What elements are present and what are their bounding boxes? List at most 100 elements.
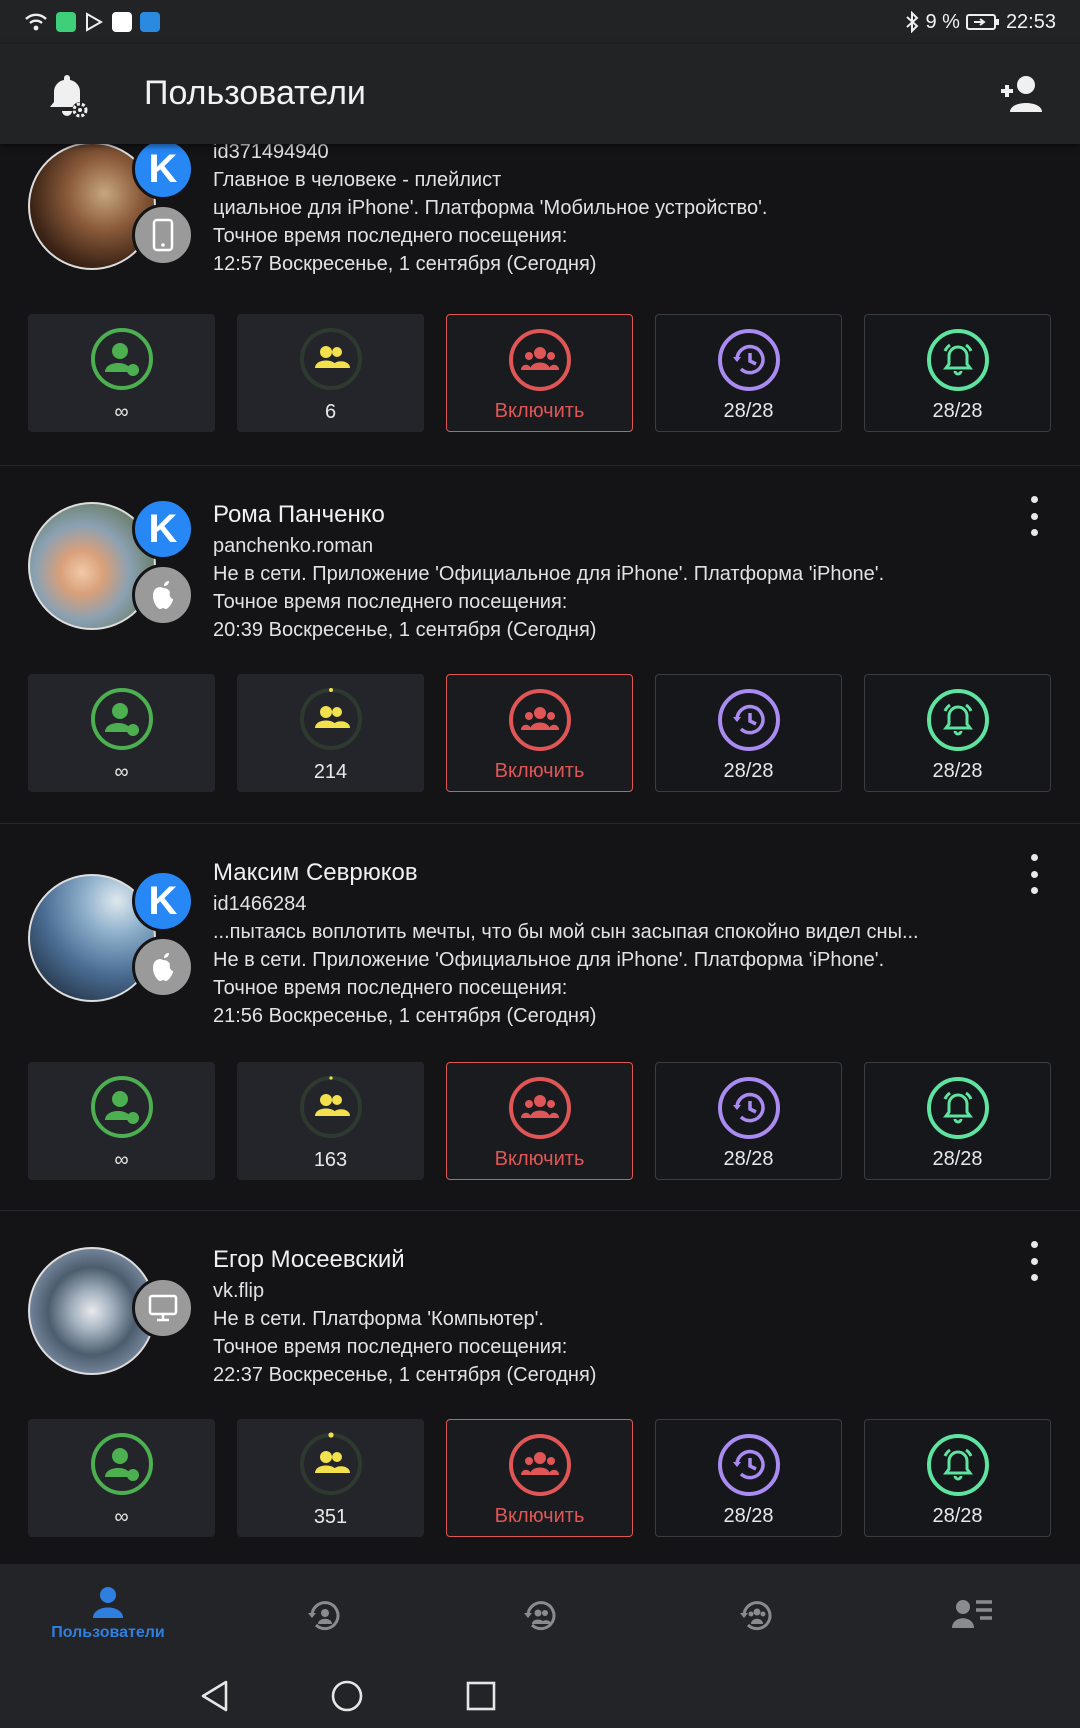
user-id: vk.flip — [213, 1280, 265, 1302]
user-card: K Максим Севрюков id1466284 ...пытаясь в… — [0, 824, 1080, 1211]
tile-value: ∞ — [114, 401, 129, 423]
contacts-list-icon — [952, 1600, 992, 1628]
wifi-icon — [25, 13, 47, 31]
page-title: Пользователи — [144, 74, 366, 112]
tile-value: 214 — [313, 761, 348, 783]
last-seen-label: Точное время последнего посещения: — [213, 591, 568, 613]
bluetooth-icon — [906, 11, 919, 33]
vk-icon: K — [132, 870, 194, 932]
clock: 22:53 — [1005, 10, 1056, 33]
user-menu-button[interactable] — [1028, 496, 1040, 536]
user-icon — [93, 1587, 123, 1618]
user-name[interactable]: Рома Панченко — [213, 498, 1013, 532]
friends-tile[interactable]: 214 — [237, 674, 424, 792]
history-tile[interactable]: 28/28 — [655, 1419, 842, 1537]
user-name[interactable]: Максим Севрюков — [213, 856, 1013, 890]
enable-tracking-tile[interactable]: Включить — [446, 314, 633, 432]
history-tile[interactable]: 28/28 — [655, 674, 842, 792]
friends-history-icon — [524, 1601, 556, 1631]
history-icon — [717, 1434, 780, 1496]
group-icon — [508, 689, 571, 751]
friends-icon — [299, 1432, 362, 1495]
friends-icon — [299, 328, 362, 390]
user-status-text: ...пытаясь воплотить мечты, что бы мой с… — [213, 921, 919, 943]
last-seen-label: Точное время последнего посещения: — [213, 1336, 568, 1358]
nav-contacts-list[interactable] — [864, 1564, 1080, 1664]
back-icon[interactable] — [200, 1680, 230, 1712]
nav-users[interactable]: Пользователи — [0, 1564, 216, 1664]
status-bar: 9 % 22:53 — [0, 0, 1080, 44]
groups-history-icon — [740, 1601, 772, 1631]
friends-tile[interactable]: 6 — [237, 314, 424, 432]
tile-value: ∞ — [114, 761, 129, 783]
tile-value: 28/28 — [932, 1505, 983, 1527]
history-icon — [717, 1077, 780, 1139]
play-store-icon — [86, 12, 104, 32]
history-tile[interactable]: 28/28 — [655, 314, 842, 432]
user-avatar[interactable] — [28, 1247, 194, 1375]
friends-tile[interactable]: 163 — [237, 1062, 424, 1180]
friends-icon — [299, 688, 362, 750]
last-seen-time: 21:56 Воскресенье, 1 сентября (Сегодня) — [213, 1005, 597, 1027]
friends-tile[interactable]: 351 — [237, 1419, 424, 1537]
online-tracking-tile[interactable]: ∞ — [28, 1062, 215, 1180]
enable-label: Включить — [494, 1505, 585, 1527]
user-history-icon — [308, 1601, 340, 1631]
user-online-icon — [90, 1076, 153, 1138]
nav-history-user[interactable] — [216, 1564, 432, 1664]
battery-icon — [965, 14, 999, 30]
user-status-text: Главное в человеке - плейлист — [213, 169, 502, 191]
user-menu-button[interactable] — [1028, 854, 1040, 894]
enable-tracking-tile[interactable]: Включить — [446, 674, 633, 792]
apple-icon — [132, 564, 194, 626]
users-feed[interactable]: K id371494940 Главное в человеке - плейл… — [0, 144, 1080, 1564]
group-icon — [508, 1434, 571, 1496]
user-menu-button[interactable] — [1028, 1241, 1040, 1281]
nav-history-friends[interactable] — [432, 1564, 648, 1664]
user-platform-text: Не в сети. Платформа 'Компьютер'. — [213, 1308, 544, 1330]
user-platform-text: Не в сети. Приложение 'Официальное для i… — [213, 949, 885, 971]
user-card: K Рома Панченко panchenko.roman Не в сет… — [0, 466, 1080, 824]
tile-value: 28/28 — [723, 760, 774, 782]
user-avatar[interactable]: K — [28, 144, 194, 270]
add-user-icon[interactable] — [998, 74, 1044, 114]
app-notification-icon — [56, 12, 76, 32]
user-id: id371494940 — [213, 144, 329, 163]
notifications-tile[interactable]: 28/28 — [864, 314, 1051, 432]
last-seen-label: Точное время последнего посещения: — [213, 225, 568, 247]
user-avatar[interactable]: K — [28, 498, 194, 630]
user-online-icon — [90, 688, 153, 750]
home-icon[interactable] — [331, 1680, 363, 1712]
last-seen-time: 12:57 Воскресенье, 1 сентября (Сегодня) — [213, 253, 597, 275]
friends-icon — [299, 1076, 362, 1138]
nav-history-groups[interactable] — [648, 1564, 864, 1664]
online-tracking-tile[interactable]: ∞ — [28, 674, 215, 792]
notifications-tile[interactable]: 28/28 — [864, 674, 1051, 792]
tile-value: ∞ — [114, 1506, 129, 1528]
user-online-icon — [90, 1433, 153, 1495]
battery-percent: 9 % — [925, 10, 960, 33]
user-avatar[interactable]: K — [28, 870, 194, 1002]
enable-tracking-tile[interactable]: Включить — [446, 1062, 633, 1180]
user-platform-text: циальное для iPhone'. Платформа 'Мобильн… — [213, 197, 768, 219]
notifications-tile[interactable]: 28/28 — [864, 1062, 1051, 1180]
tile-value: 28/28 — [932, 760, 983, 782]
notifications-tile[interactable]: 28/28 — [864, 1419, 1051, 1537]
alarm-icon — [926, 689, 989, 751]
enable-label: Включить — [494, 760, 585, 782]
online-tracking-tile[interactable]: ∞ — [28, 1419, 215, 1537]
user-platform-text: Не в сети. Приложение 'Официальное для i… — [213, 563, 885, 585]
online-tracking-tile[interactable]: ∞ — [28, 314, 215, 432]
enable-tracking-tile[interactable]: Включить — [446, 1419, 633, 1537]
user-id: panchenko.roman — [213, 535, 374, 557]
tile-value: 28/28 — [723, 400, 774, 422]
user-online-icon — [90, 328, 153, 390]
history-tile[interactable]: 28/28 — [655, 1062, 842, 1180]
bell-settings-icon[interactable] — [44, 74, 90, 120]
user-card: K id371494940 Главное в человеке - плейл… — [0, 144, 1080, 466]
recents-icon[interactable] — [466, 1681, 496, 1711]
last-seen-time: 20:39 Воскресенье, 1 сентября (Сегодня) — [213, 619, 597, 641]
browser-icon — [112, 12, 132, 32]
app-bar: Пользователи — [0, 44, 1080, 144]
user-name[interactable]: Егор Мосеевский — [213, 1243, 1013, 1277]
